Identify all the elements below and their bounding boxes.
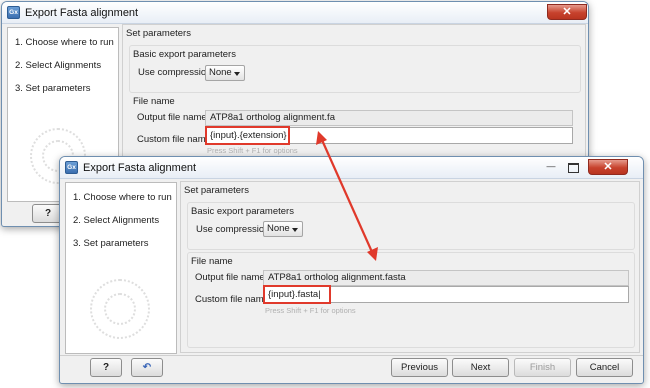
arrow-shaft: [320, 139, 374, 253]
annotation-arrow: [316, 131, 378, 261]
arrow-head-end: [367, 247, 378, 261]
arrow-head-start: [316, 131, 327, 145]
